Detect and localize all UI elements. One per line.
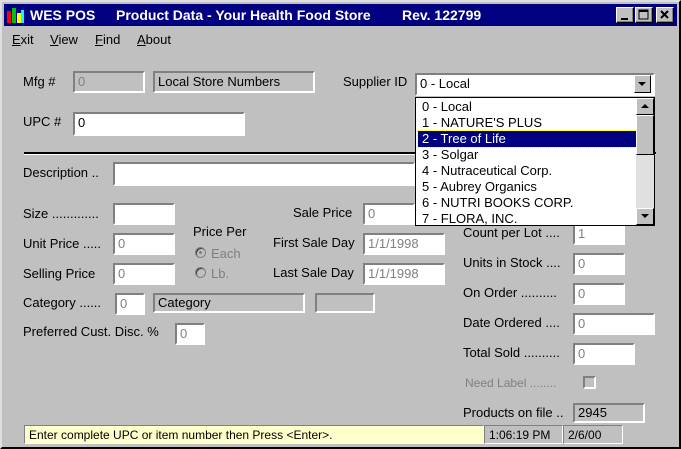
unit-price-input[interactable]: 0: [113, 233, 175, 255]
first-sale-day-label: First Sale Day: [273, 235, 355, 250]
maximize-button[interactable]: [635, 7, 653, 23]
count-per-lot-label: Count per Lot ....: [463, 225, 560, 240]
close-icon: [660, 10, 669, 19]
status-time: 1:06:19 PM: [484, 425, 563, 444]
minimize-icon: [621, 18, 628, 20]
price-per-lb-label: Lb.: [211, 266, 230, 281]
preferred-disc-label: Preferred Cust. Disc. %: [23, 324, 159, 339]
category-extra-field: [315, 293, 375, 313]
arrow-down-icon: [641, 214, 649, 218]
need-label-checkbox[interactable]: [583, 376, 596, 389]
supplier-option[interactable]: 3 - Solgar: [418, 147, 636, 163]
supplier-option[interactable]: 6 - NUTRI BOOKS CORP.: [418, 195, 636, 211]
menu-view[interactable]: View: [50, 32, 78, 47]
first-sale-day-input[interactable]: 1/1/1998: [363, 233, 445, 255]
menu-find[interactable]: Find: [95, 32, 120, 47]
scroll-down-button[interactable]: [636, 208, 654, 225]
total-sold-label: Total Sold ..........: [463, 345, 560, 360]
supplier-dropdown-button[interactable]: [634, 75, 651, 93]
scroll-thumb[interactable]: [636, 115, 654, 155]
sale-price-input[interactable]: 0: [363, 203, 415, 225]
menu-bar: Exit View Find About: [4, 28, 677, 52]
menu-exit[interactable]: Exit: [12, 32, 34, 47]
status-date: 2/6/00: [563, 425, 623, 444]
pos-window: WES POS Product Data - Your Health Food …: [0, 0, 681, 449]
supplier-option[interactable]: 2 - Tree of Life: [417, 130, 637, 148]
mfg-label: Mfg #: [23, 74, 56, 89]
scroll-up-button[interactable]: [636, 98, 654, 115]
units-in-stock-label: Units in Stock ....: [463, 255, 561, 270]
supplier-option[interactable]: 0 - Local: [418, 99, 636, 115]
price-per-each-radio[interactable]: [195, 247, 206, 258]
supplier-option[interactable]: 1 - NATURE'S PLUS: [418, 115, 636, 131]
supplier-option[interactable]: 4 - Nutraceutical Corp.: [418, 163, 636, 179]
description-input[interactable]: [113, 162, 415, 186]
total-sold-input[interactable]: 0: [573, 343, 635, 365]
upc-input[interactable]: 0: [73, 112, 245, 136]
size-label: Size .............: [23, 206, 99, 221]
app-name: WES POS: [30, 7, 96, 23]
revision-label: Rev. 122799: [402, 7, 482, 23]
price-per-label: Price Per: [193, 224, 247, 239]
supplier-option[interactable]: 7 - FLORA, INC.: [418, 211, 636, 227]
category-input[interactable]: 0: [115, 293, 145, 315]
dropdown-scrollbar[interactable]: [636, 98, 654, 225]
minimize-button[interactable]: [616, 7, 634, 23]
selling-price-input[interactable]: 0: [113, 263, 175, 285]
price-per-each-label: Each: [211, 246, 241, 261]
products-on-file-field: 2945: [573, 403, 645, 423]
app-icon: [7, 8, 24, 23]
on-order-input[interactable]: 0: [573, 283, 625, 305]
supplier-label: Supplier ID: [343, 74, 408, 89]
supplier-value: 0 - Local: [420, 76, 470, 91]
chevron-down-icon: [638, 82, 646, 86]
window-title: Product Data - Your Health Food Store: [116, 7, 371, 23]
last-sale-day-label: Last Sale Day: [273, 265, 354, 280]
date-ordered-input[interactable]: 0: [573, 313, 655, 335]
menu-about[interactable]: About: [137, 32, 171, 47]
supplier-combo[interactable]: 0 - Local: [415, 73, 655, 96]
description-label: Description ..: [23, 165, 99, 180]
maximize-icon: [638, 9, 649, 20]
upc-label: UPC #: [23, 114, 62, 129]
supplier-dropdown-list[interactable]: 0 - Local 1 - NATURE'S PLUS 2 - Tree of Li…: [415, 97, 655, 226]
preferred-disc-input[interactable]: 0: [175, 323, 205, 345]
on-order-label: On Order ..........: [463, 285, 557, 300]
close-button[interactable]: [656, 7, 674, 23]
size-input[interactable]: [113, 203, 175, 225]
title-bar[interactable]: WES POS Product Data - Your Health Food …: [4, 4, 677, 26]
sale-price-label: Sale Price: [293, 205, 353, 220]
units-in-stock-input[interactable]: 0: [573, 253, 625, 275]
status-message: Enter complete UPC or item number then P…: [24, 425, 484, 444]
last-sale-day-input[interactable]: 1/1/1998: [363, 263, 445, 285]
supplier-option[interactable]: 5 - Aubrey Organics: [418, 179, 636, 195]
price-per-lb-radio[interactable]: [195, 267, 206, 278]
category-label: Category ......: [23, 295, 102, 310]
need-label-label: Need Label ........: [465, 376, 557, 390]
unit-price-label: Unit Price .....: [23, 236, 102, 251]
mfg-name-field: Local Store Numbers: [153, 71, 315, 93]
date-ordered-label: Date Ordered ....: [463, 315, 560, 330]
category-name-field: Category: [153, 293, 305, 313]
arrow-up-icon: [641, 104, 649, 108]
products-on-file-label: Products on file ..: [463, 405, 564, 420]
selling-price-label: Selling Price: [23, 266, 96, 281]
mfg-field: 0: [73, 71, 145, 93]
